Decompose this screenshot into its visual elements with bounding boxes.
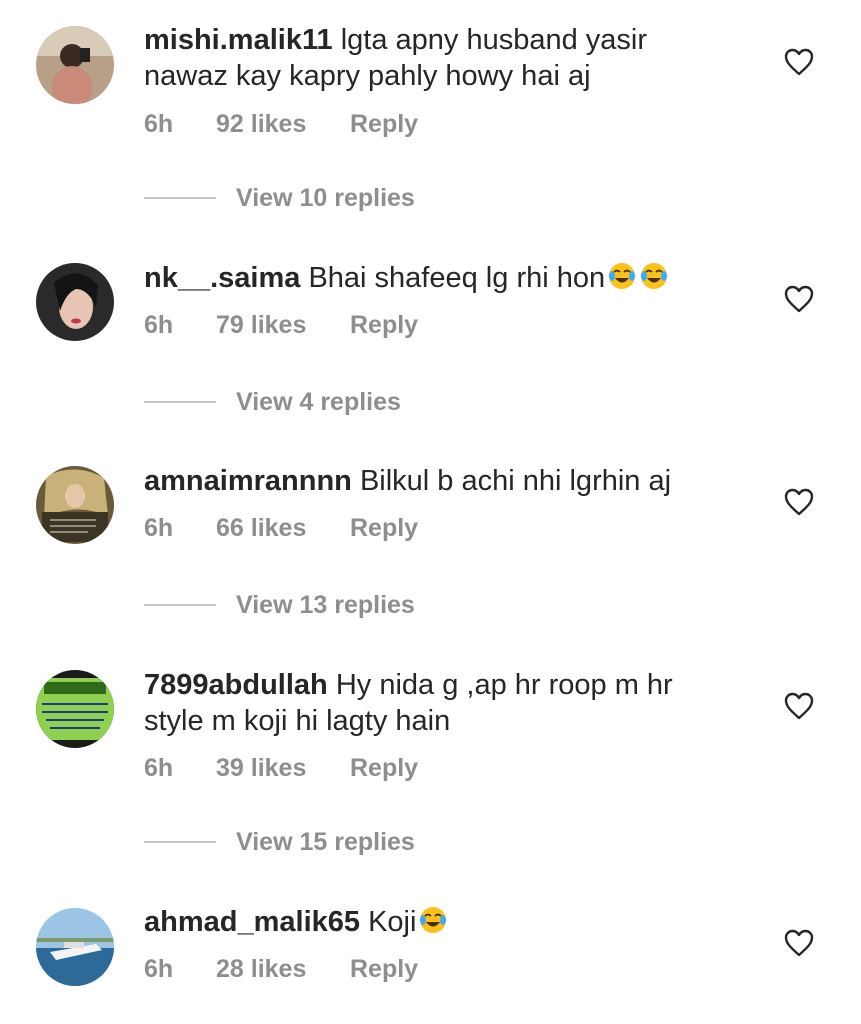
view-replies-button[interactable]: View 4 replies: [144, 387, 401, 417]
avatar-image: [36, 26, 114, 104]
comment-username[interactable]: ahmad_malik65: [144, 906, 360, 938]
reply-button[interactable]: Reply: [350, 311, 418, 340]
heart-outline-icon[interactable]: [784, 488, 814, 516]
comment-meta: 6h 66 likes Reply: [144, 514, 418, 543]
comment-likes[interactable]: 79 likes: [216, 311, 350, 340]
view-replies-button[interactable]: View 15 replies: [144, 827, 415, 857]
view-replies-button[interactable]: View 10 replies: [144, 183, 415, 213]
avatar-image: [36, 670, 114, 748]
reply-button[interactable]: Reply: [350, 110, 418, 139]
view-replies-button[interactable]: View 13 replies: [144, 590, 415, 620]
view-replies-label: View 4 replies: [236, 387, 401, 416]
avatar[interactable]: [36, 466, 114, 544]
view-replies-label: View 15 replies: [236, 827, 415, 856]
comment-body: Bhai shafeeq lg rhi hon: [308, 262, 606, 294]
comment-username[interactable]: nk__.saima: [144, 262, 300, 294]
heart-outline-icon[interactable]: [784, 929, 814, 957]
avatar[interactable]: [36, 263, 114, 341]
comment-body: Bilkul b achi nhi lgrhin aj: [359, 465, 672, 497]
reply-button[interactable]: Reply: [350, 514, 418, 543]
comment-text: mishi.malik11 lgta apny husband yasir na…: [144, 22, 704, 94]
comment-meta: 6h 79 likes Reply: [144, 311, 418, 340]
comment-username[interactable]: 7899abdullah: [144, 669, 328, 701]
avatar-image: [36, 908, 114, 986]
comment-time: 6h: [144, 955, 174, 983]
avatar[interactable]: [36, 670, 114, 748]
comment-body: Koji: [368, 906, 417, 938]
comment-likes[interactable]: 66 likes: [216, 514, 350, 543]
heart-outline-icon[interactable]: [784, 285, 814, 313]
comment-text: amnaimrannnn Bilkul b achi nhi lgrhin aj: [144, 463, 704, 499]
face-with-tears-of-joy-emoji: [420, 907, 447, 933]
face-with-tears-of-joy-emoji: [609, 263, 636, 289]
comment-text: nk__.saima Bhai shafeeq lg rhi hon: [144, 260, 704, 296]
avatar[interactable]: [36, 908, 114, 986]
comment-likes[interactable]: 39 likes: [216, 754, 350, 783]
replies-divider: [144, 197, 216, 199]
comment-meta: 6h 39 likes Reply: [144, 754, 418, 783]
comment-username[interactable]: mishi.malik11: [144, 24, 333, 56]
replies-divider: [144, 604, 216, 606]
avatar-image: [36, 466, 114, 544]
heart-outline-icon[interactable]: [784, 48, 814, 76]
comment-likes[interactable]: 92 likes: [216, 110, 350, 139]
comment-meta: 6h 28 likes Reply: [144, 955, 418, 984]
heart-outline-icon[interactable]: [784, 692, 814, 720]
view-replies-label: View 10 replies: [236, 183, 415, 212]
avatar[interactable]: [36, 26, 114, 104]
view-replies-label: View 13 replies: [236, 590, 415, 619]
comment-time: 6h: [144, 110, 174, 138]
replies-divider: [144, 841, 216, 843]
face-with-tears-of-joy-emoji: [641, 263, 668, 289]
comment-time: 6h: [144, 311, 174, 339]
comment-meta: 6h 92 likes Reply: [144, 110, 418, 139]
reply-button[interactable]: Reply: [350, 754, 418, 783]
comment-time: 6h: [144, 514, 174, 542]
comment-likes[interactable]: 28 likes: [216, 955, 350, 984]
reply-button[interactable]: Reply: [350, 955, 418, 984]
comment-username[interactable]: amnaimrannnn: [144, 465, 352, 497]
comment-time: 6h: [144, 754, 174, 782]
avatar-image: [36, 263, 114, 341]
comment-text: ahmad_malik65 Koji: [144, 904, 704, 940]
comment-text: 7899abdullah Hy nida g ,ap hr roop m hr …: [144, 667, 704, 739]
replies-divider: [144, 401, 216, 403]
